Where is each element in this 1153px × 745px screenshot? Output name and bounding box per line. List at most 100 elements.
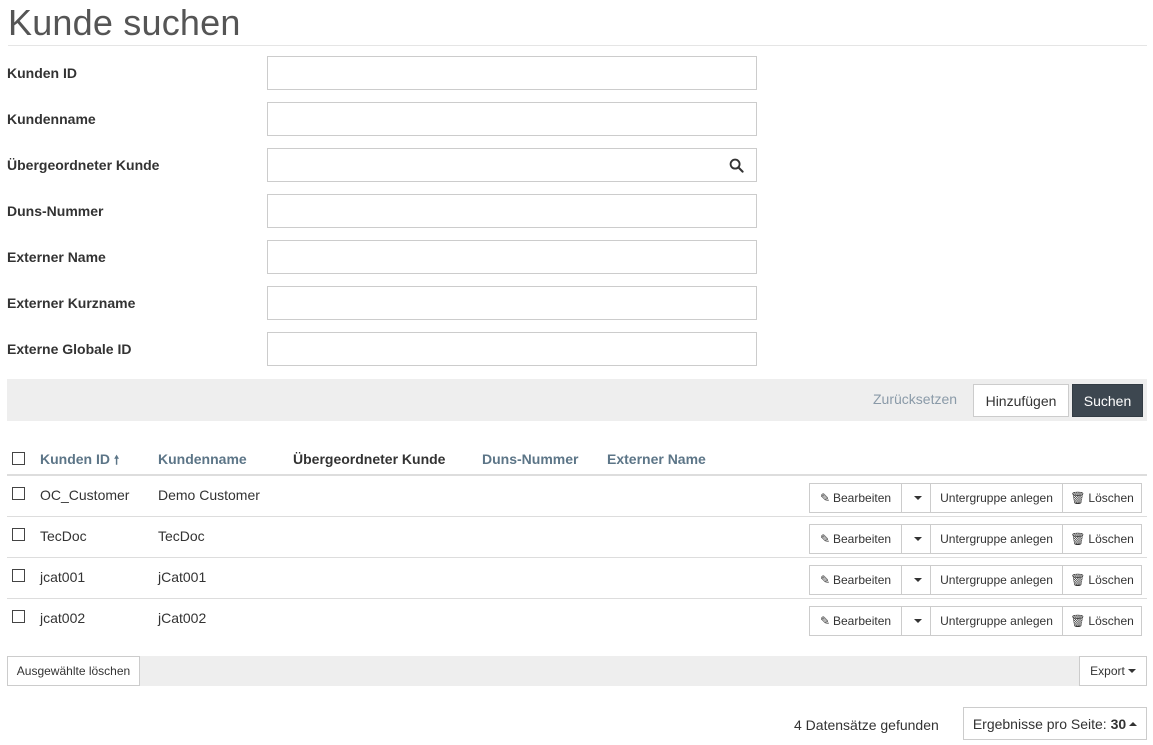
form-row-external-name: Externer Name xyxy=(7,240,757,274)
delete-button[interactable]: 🗑 Löschen xyxy=(1062,606,1142,636)
table-footer-bar: Ausgewählte löschen Export xyxy=(7,656,1147,686)
form-row-duns-number: Duns-Nummer xyxy=(7,194,757,228)
form-action-bar: Zurücksetzen Hinzufügen Suchen xyxy=(7,379,1147,421)
external-name-label: Externer Name xyxy=(7,249,106,265)
row-customer-name: jCat002 xyxy=(158,610,207,626)
table-row: jcat001 jCat001 ✎ Bearbeiten Untergruppe … xyxy=(7,558,1147,599)
row-checkbox[interactable] xyxy=(12,487,25,500)
create-subgroup-button[interactable]: Untergruppe anlegen xyxy=(930,483,1063,513)
edit-button[interactable]: ✎ Bearbeiten xyxy=(809,606,902,636)
export-dropdown-button[interactable]: Export xyxy=(1079,656,1147,686)
row-checkbox[interactable] xyxy=(12,569,25,582)
customer-id-label: Kunden ID xyxy=(7,65,77,81)
pencil-icon: ✎ xyxy=(819,532,830,546)
per-page-label: Ergebnisse pro Seite: xyxy=(972,715,1107,732)
customer-id-input[interactable] xyxy=(267,56,757,90)
delete-button[interactable]: 🗑 Löschen xyxy=(1062,483,1142,513)
create-subgroup-button[interactable]: Untergruppe anlegen xyxy=(930,565,1063,595)
column-header-label: Kunden ID xyxy=(40,451,110,467)
table-row: OC_Customer Demo Customer ✎ Bearbeiten Un… xyxy=(7,476,1147,517)
external-name-input[interactable] xyxy=(267,240,757,274)
title-divider xyxy=(8,45,1147,46)
edit-label: Bearbeiten xyxy=(833,573,892,587)
delete-label: Löschen xyxy=(1088,573,1134,587)
row-actions-dropdown-toggle[interactable] xyxy=(901,565,931,595)
parent-customer-label: Übergeordneter Kunde xyxy=(7,157,160,173)
form-row-customer-id: Kunden ID xyxy=(7,56,757,90)
row-customer-name: TecDoc xyxy=(158,528,205,544)
row-action-group: ✎ Bearbeiten Untergruppe anlegen 🗑 Löschen xyxy=(809,483,1142,513)
form-row-external-short-name: Externer Kurzname xyxy=(7,286,757,320)
form-row-parent-customer: Übergeordneter Kunde xyxy=(7,148,757,182)
parent-customer-search-button[interactable] xyxy=(717,148,757,182)
table-row: TecDoc TecDoc ✎ Bearbeiten Untergruppe an… xyxy=(7,517,1147,558)
search-button[interactable]: Suchen xyxy=(1072,384,1143,417)
duns-number-input[interactable] xyxy=(267,194,757,228)
column-header-customer-name[interactable]: Kundenname xyxy=(158,451,247,467)
parent-customer-input[interactable] xyxy=(267,148,718,182)
create-subgroup-button[interactable]: Untergruppe anlegen xyxy=(930,524,1063,554)
row-checkbox[interactable] xyxy=(12,610,25,623)
results-per-page-dropdown[interactable]: Ergebnisse pro Seite: 30 xyxy=(963,707,1147,740)
column-header-parent-customer: Übergeordneter Kunde xyxy=(293,451,446,467)
column-header-duns-number[interactable]: Duns-Nummer xyxy=(482,451,578,467)
row-action-group: ✎ Bearbeiten Untergruppe anlegen 🗑 Löschen xyxy=(809,565,1142,595)
pencil-icon: ✎ xyxy=(819,614,830,628)
caret-down-icon xyxy=(913,578,922,582)
edit-button[interactable]: ✎ Bearbeiten xyxy=(809,565,902,595)
row-actions-dropdown-toggle[interactable] xyxy=(901,524,931,554)
row-actions-dropdown-toggle[interactable] xyxy=(901,606,931,636)
edit-button[interactable]: ✎ Bearbeiten xyxy=(809,483,902,513)
external-short-name-input[interactable] xyxy=(267,286,757,320)
caret-down-icon xyxy=(1127,669,1136,673)
record-count: 4 Datensätze gefunden xyxy=(794,717,939,733)
table-row: jcat002 jCat002 ✎ Bearbeiten Untergruppe … xyxy=(7,599,1147,640)
column-header-external-name[interactable]: Externer Name xyxy=(607,451,706,467)
delete-label: Löschen xyxy=(1088,532,1134,546)
delete-button[interactable]: 🗑 Löschen xyxy=(1062,565,1142,595)
select-all-checkbox[interactable] xyxy=(12,452,25,465)
page-title: Kunde suchen xyxy=(8,2,241,43)
duns-number-label: Duns-Nummer xyxy=(7,203,104,219)
row-customer-id: jcat002 xyxy=(40,610,86,626)
row-customer-id: TecDoc xyxy=(40,528,87,544)
export-label: Export xyxy=(1090,664,1125,678)
trash-icon: 🗑 xyxy=(1070,532,1086,546)
sort-ascending-icon: 🠕 xyxy=(114,453,120,467)
trash-icon: 🗑 xyxy=(1070,614,1086,628)
edit-label: Bearbeiten xyxy=(833,532,892,546)
trash-icon: 🗑 xyxy=(1070,573,1086,587)
delete-label: Löschen xyxy=(1088,614,1134,628)
row-action-group: ✎ Bearbeiten Untergruppe anlegen 🗑 Löschen xyxy=(809,524,1142,554)
add-button[interactable]: Hinzufügen xyxy=(973,384,1069,417)
row-actions-dropdown-toggle[interactable] xyxy=(901,483,931,513)
row-action-group: ✎ Bearbeiten Untergruppe anlegen 🗑 Löschen xyxy=(809,606,1142,636)
delete-button[interactable]: 🗑 Löschen xyxy=(1062,524,1142,554)
customer-name-input[interactable] xyxy=(267,102,757,136)
trash-icon: 🗑 xyxy=(1070,491,1086,505)
external-global-id-input[interactable] xyxy=(267,332,757,366)
caret-down-icon xyxy=(913,537,922,541)
row-customer-name: jCat001 xyxy=(158,569,207,585)
pencil-icon: ✎ xyxy=(819,573,830,587)
edit-button[interactable]: ✎ Bearbeiten xyxy=(809,524,902,554)
reset-button[interactable]: Zurücksetzen xyxy=(873,391,957,407)
external-global-id-label: Externe Globale ID xyxy=(7,341,132,357)
external-short-name-label: Externer Kurzname xyxy=(7,295,136,311)
delete-label: Löschen xyxy=(1088,491,1134,505)
caret-down-icon xyxy=(913,496,922,500)
row-customer-id: jcat001 xyxy=(40,569,86,585)
form-row-external-global-id: Externe Globale ID xyxy=(7,332,757,366)
caret-up-icon xyxy=(1129,721,1138,726)
pencil-icon: ✎ xyxy=(819,491,830,505)
row-customer-id: OC_Customer xyxy=(40,487,130,503)
caret-down-icon xyxy=(913,619,922,623)
customer-name-label: Kundenname xyxy=(7,111,96,127)
delete-selected-button[interactable]: Ausgewählte löschen xyxy=(7,656,140,686)
edit-label: Bearbeiten xyxy=(833,491,892,505)
search-icon xyxy=(729,158,744,173)
column-header-customer-id[interactable]: Kunden ID 🠕 xyxy=(40,451,119,472)
row-checkbox[interactable] xyxy=(12,528,25,541)
edit-label: Bearbeiten xyxy=(833,614,892,628)
create-subgroup-button[interactable]: Untergruppe anlegen xyxy=(930,606,1063,636)
